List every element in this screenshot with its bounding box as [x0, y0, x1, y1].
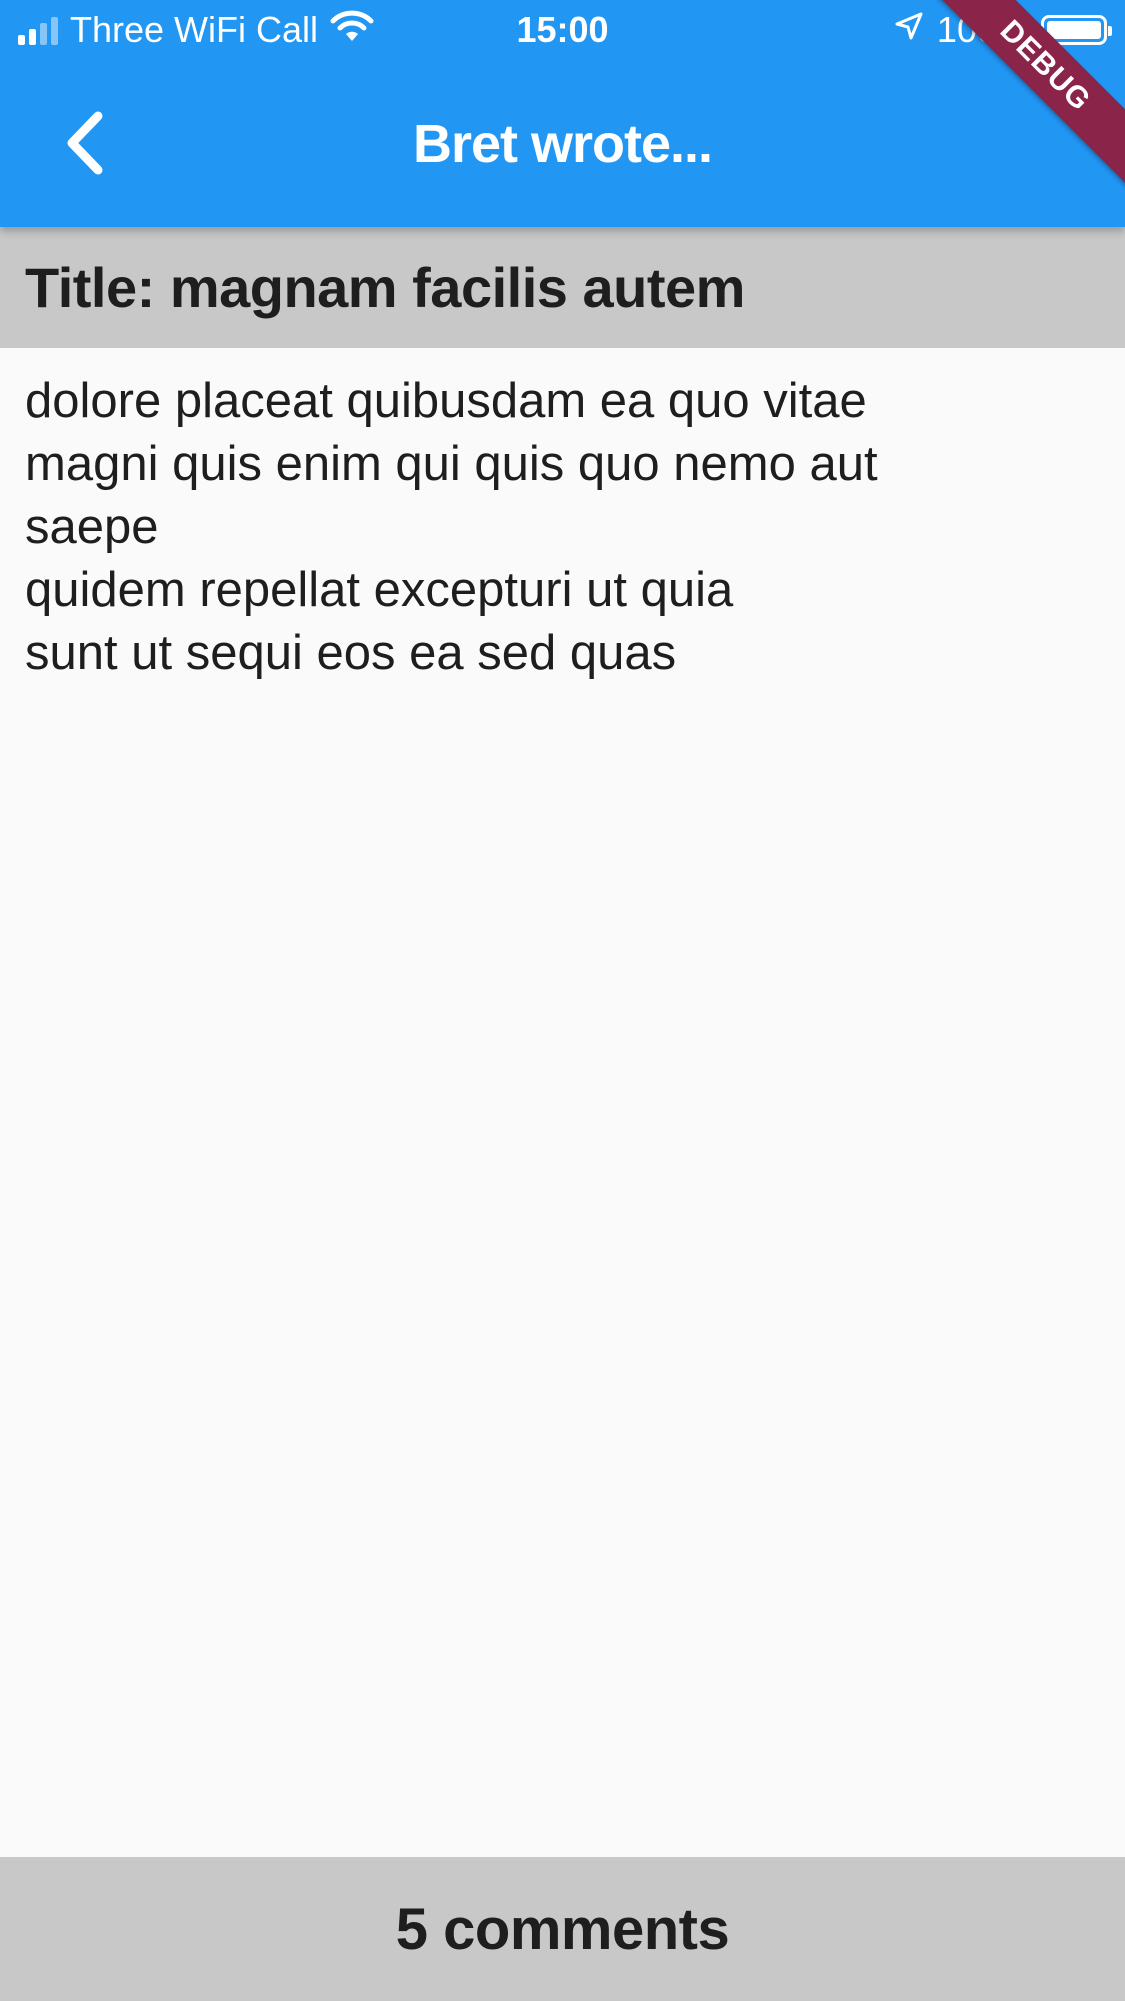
post-body: dolore placeat quibusdam ea quo vitae ma…: [25, 374, 878, 680]
post-title: Title: magnam facilis autem: [25, 256, 745, 319]
app-bar: Bret wrote...: [0, 60, 1125, 227]
app-bar-title: Bret wrote...: [412, 114, 713, 174]
location-arrow-icon: [893, 9, 925, 51]
comments-button[interactable]: 5 comments: [0, 1857, 1125, 2001]
post-title-bar: Title: magnam facilis autem: [0, 227, 1125, 348]
post-detail-screen: Three WiFi Call 15:00 100%: [0, 0, 1125, 2001]
top-app-area: Three WiFi Call 15:00 100%: [0, 0, 1125, 227]
battery-fill: [1047, 21, 1101, 39]
comments-count-label: 5 comments: [395, 1896, 730, 1962]
